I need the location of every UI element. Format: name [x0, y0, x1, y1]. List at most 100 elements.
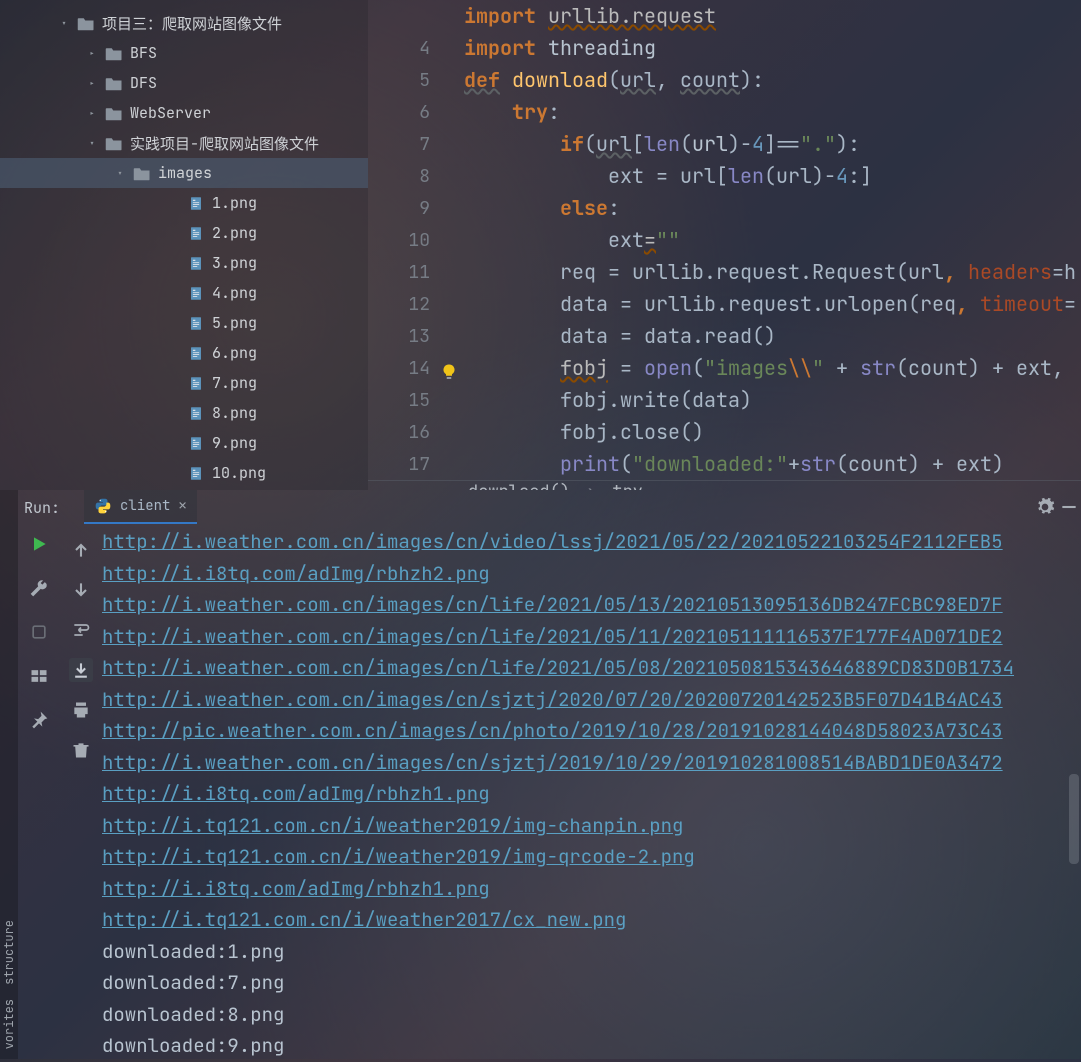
- print-icon[interactable]: [69, 698, 93, 722]
- folder-node[interactable]: ▾实践项目-爬取网站图像文件: [0, 128, 368, 158]
- line-number: 7: [368, 133, 464, 156]
- file-node[interactable]: 1.png: [0, 188, 368, 218]
- scroll-to-end-icon[interactable]: [69, 658, 93, 682]
- structure-tab[interactable]: structure: [1, 920, 17, 985]
- gear-icon[interactable]: [1033, 495, 1057, 519]
- folder-node[interactable]: ▾images: [0, 158, 368, 188]
- file-node[interactable]: 9.png: [0, 428, 368, 458]
- trash-icon[interactable]: [69, 738, 93, 762]
- console-link[interactable]: http://i.weather.com.cn/images/cn/sjztj/…: [102, 750, 1003, 775]
- console-link[interactable]: http://pic.weather.com.cn/images/cn/phot…: [102, 718, 1003, 743]
- editor-line[interactable]: 5def download(url, count):: [368, 64, 1081, 96]
- editor-line[interactable]: 15 fobj.write(data): [368, 384, 1081, 416]
- editor-line[interactable]: 11 req = urllib.request.Request(url, hea…: [368, 256, 1081, 288]
- folder-node[interactable]: ▸BFS: [0, 38, 368, 68]
- node-label: 9.png: [212, 433, 257, 453]
- intention-bulb-icon[interactable]: [440, 363, 458, 381]
- pin-icon[interactable]: [27, 708, 51, 732]
- editor-line[interactable]: 10 ext="": [368, 224, 1081, 256]
- editor-line[interactable]: 9 else:: [368, 192, 1081, 224]
- console-link[interactable]: http://i.tq121.com.cn/i/weather2019/img-…: [102, 813, 683, 838]
- console-link[interactable]: http://i.i8tq.com/adImg/rbhzh1.png: [102, 876, 490, 901]
- editor-line[interactable]: 12 data = urllib.request.urlopen(req, ti…: [368, 288, 1081, 320]
- console-link[interactable]: http://i.weather.com.cn/images/cn/video/…: [102, 529, 1003, 554]
- console-text: downloaded:7.png: [102, 970, 284, 995]
- editor-line[interactable]: 16 fobj.close(): [368, 416, 1081, 448]
- run-tabbar: client ✕: [18, 490, 1081, 524]
- file-node[interactable]: 5.png: [0, 308, 368, 338]
- file-node[interactable]: 7.png: [0, 368, 368, 398]
- run-icon[interactable]: [27, 532, 51, 556]
- console-link[interactable]: http://i.tq121.com.cn/i/weather2019/img-…: [102, 844, 695, 869]
- editor-line[interactable]: 17 print("downloaded:"+str(count) + ext): [368, 448, 1081, 480]
- scrollbar[interactable]: [1069, 774, 1079, 864]
- editor-line[interactable]: 13 data = data.read(): [368, 320, 1081, 352]
- file-node[interactable]: 6.png: [0, 338, 368, 368]
- softwrap-icon[interactable]: [69, 618, 93, 642]
- layout-icon[interactable]: [27, 664, 51, 688]
- line-number: 5: [368, 69, 464, 92]
- file-node[interactable]: 2.png: [0, 218, 368, 248]
- console-link[interactable]: http://i.tq121.com.cn/i/weather2017/cx_n…: [102, 907, 626, 932]
- stop-icon[interactable]: [27, 620, 51, 644]
- expand-arrow-icon[interactable]: ▾: [115, 167, 125, 180]
- wrench-icon[interactable]: [27, 576, 51, 600]
- up-icon[interactable]: [69, 538, 93, 562]
- expand-arrow-icon[interactable]: ▾: [87, 137, 97, 150]
- close-icon[interactable]: ✕: [178, 497, 186, 515]
- file-node[interactable]: 10.png: [0, 458, 368, 488]
- console-link[interactable]: http://i.i8tq.com/adImg/rbhzh1.png: [102, 781, 490, 806]
- folder-node[interactable]: ▾项目三：爬取网站图像文件: [0, 8, 368, 38]
- code-text[interactable]: import threading: [464, 35, 656, 61]
- console-output[interactable]: http://i.weather.com.cn/images/cn/video/…: [102, 524, 1081, 1062]
- line-number: 11: [368, 261, 464, 284]
- code-text[interactable]: fobj = open("images\\" + str(count) + ex…: [464, 355, 1064, 381]
- editor-line[interactable]: 14 fobj = open("images\\" + str(count) +…: [368, 352, 1081, 384]
- code-text[interactable]: ext = url[len(url)-4:]: [464, 163, 872, 189]
- down-icon[interactable]: [69, 578, 93, 602]
- code-text[interactable]: def download(url, count):: [464, 67, 764, 93]
- file-node[interactable]: 4.png: [0, 278, 368, 308]
- bottom-pane: structure vorites client ✕: [0, 490, 1081, 1059]
- editor-line[interactable]: 6 try:: [368, 96, 1081, 128]
- code-text[interactable]: else:: [464, 195, 620, 221]
- tool-strip[interactable]: structure vorites: [0, 490, 18, 1059]
- folder-node[interactable]: ▸WebServer: [0, 98, 368, 128]
- console-link[interactable]: http://i.weather.com.cn/images/cn/life/2…: [102, 624, 1003, 649]
- code-text[interactable]: req = urllib.request.Request(url, header…: [464, 259, 1076, 285]
- expand-arrow-icon[interactable]: ▸: [87, 47, 97, 60]
- image-file-icon: [186, 195, 205, 211]
- editor-line[interactable]: 8 ext = url[len(url)-4:]: [368, 160, 1081, 192]
- expand-arrow-icon[interactable]: ▾: [59, 17, 69, 30]
- folder-node[interactable]: ▸DFS: [0, 68, 368, 98]
- editor-line[interactable]: import urllib.request: [368, 0, 1081, 32]
- code-text[interactable]: import urllib.request: [464, 3, 716, 29]
- image-file-icon: [186, 225, 205, 241]
- minimize-icon[interactable]: [1057, 495, 1081, 519]
- breadcrumb[interactable]: download() › try: [368, 480, 1081, 490]
- console-link[interactable]: http://i.weather.com.cn/images/cn/life/2…: [102, 592, 1003, 617]
- console-link[interactable]: http://i.weather.com.cn/images/cn/life/2…: [102, 655, 1014, 680]
- editor-line[interactable]: 4import threading: [368, 32, 1081, 64]
- code-text[interactable]: try:: [464, 99, 560, 125]
- crumb-try[interactable]: try: [612, 481, 643, 490]
- file-node[interactable]: 3.png: [0, 248, 368, 278]
- code-text[interactable]: fobj.write(data): [464, 387, 752, 413]
- code-text[interactable]: fobj.close(): [464, 419, 704, 445]
- code-text[interactable]: data = data.read(): [464, 323, 776, 349]
- code-text[interactable]: print("downloaded:"+str(count) + ext): [464, 451, 1004, 477]
- code-text[interactable]: data = urllib.request.urlopen(req, timeo…: [464, 291, 1076, 317]
- node-label: 2.png: [212, 223, 257, 243]
- run-tab-client[interactable]: client ✕: [84, 490, 197, 524]
- project-sidebar[interactable]: ▾项目三：爬取网站图像文件▸BFS▸DFS▸WebServer▾实践项目-爬取网…: [0, 0, 368, 490]
- file-node[interactable]: 8.png: [0, 398, 368, 428]
- console-link[interactable]: http://i.i8tq.com/adImg/rbhzh2.png: [102, 561, 490, 586]
- favorites-tab[interactable]: vorites: [1, 999, 17, 1049]
- editor-line[interactable]: 7 if(url[len(url)-4]=="."):: [368, 128, 1081, 160]
- crumb-func[interactable]: download(): [468, 481, 570, 490]
- code-text[interactable]: ext="": [464, 227, 680, 253]
- console-link[interactable]: http://i.weather.com.cn/images/cn/sjztj/…: [102, 687, 1003, 712]
- code-text[interactable]: if(url[len(url)-4]=="."):: [464, 131, 860, 157]
- expand-arrow-icon[interactable]: ▸: [87, 107, 97, 120]
- expand-arrow-icon[interactable]: ▸: [87, 77, 97, 90]
